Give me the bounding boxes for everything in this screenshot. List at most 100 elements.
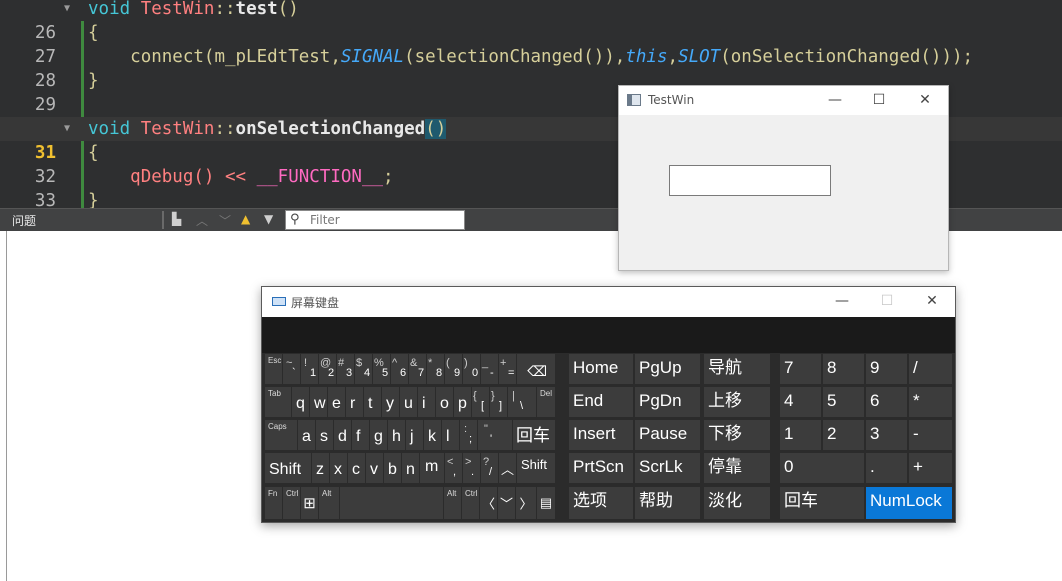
key-8[interactable]: * 8 [427,354,444,384]
filter-input[interactable]: ⚲ Filter [285,210,465,230]
key-j[interactable]: j [406,420,423,450]
key-num-0[interactable]: 0 [780,453,864,483]
key-7[interactable]: & 7 [409,354,426,384]
key-help[interactable]: 帮助 [635,487,700,519]
key-v[interactable]: v [366,453,383,483]
key-5[interactable]: % 5 [373,354,390,384]
key-right-alt[interactable]: Alt [444,487,461,519]
maximize-button[interactable]: ☐ [856,86,902,115]
code-line-27[interactable]: 27 { [0,21,1062,67]
key-enter[interactable]: 回车 [513,420,555,450]
line-edit-test[interactable] [669,165,831,196]
key-0[interactable]: ) 0 [463,354,480,384]
key-minus[interactable]: _ - [481,354,498,384]
key-y[interactable]: y [382,387,399,417]
key-s[interactable]: s [316,420,333,450]
key-d[interactable]: d [334,420,351,450]
key-windows[interactable]: ⊞ [301,487,318,519]
key-w[interactable]: w [310,387,327,417]
key-9[interactable]: (9 [445,354,462,384]
key-navigate[interactable]: 导航 [704,354,770,384]
key-menu[interactable]: ▤ [537,487,555,519]
key-num-7[interactable]: 7 [780,354,821,384]
maximize-button[interactable]: ☐ [864,287,910,316]
key-right-bracket[interactable]: }] [490,387,507,417]
key-delete[interactable]: Del [537,387,555,417]
testwin-titlebar[interactable]: TestWin — ☐ ✕ [619,86,948,115]
key-right-shift[interactable]: Shift [517,453,555,483]
fold-arrow-icon[interactable]: ▼ [64,117,70,141]
key-period[interactable]: >. [463,453,480,483]
key-3[interactable]: #3 [337,354,354,384]
key-dock[interactable]: 停靠 [704,453,770,483]
chevron-down-icon[interactable]: ﹀ [219,212,231,229]
key-backslash[interactable]: | \ [508,387,536,417]
key-o[interactable]: o [436,387,453,417]
key-end[interactable]: End [569,387,633,417]
key-num-subtract[interactable]: - [909,420,952,450]
key-6[interactable]: ^ 6 [391,354,408,384]
key-num-enter[interactable]: 回车 [780,487,864,519]
key-esc[interactable]: Esc [265,354,282,384]
key-num-add[interactable]: + [909,453,952,483]
key-e[interactable]: e [328,387,345,417]
key-num-1[interactable]: 1 [780,420,821,450]
key-num-divide[interactable]: / [909,354,952,384]
on-screen-keyboard-window[interactable]: 屏幕键盘 — ☐ ✕ Esc ~ ` ! 1 @2 #3 $4 % 5 ^ 6 & 7 *… [261,286,956,523]
key-pause[interactable]: Pause [635,420,700,450]
key-left-shift[interactable]: Shift [265,453,311,483]
close-button[interactable]: ✕ [909,287,955,316]
key-right-ctrl[interactable]: Ctrl [462,487,479,519]
key-semicolon[interactable]: :; [460,420,477,450]
key-equals[interactable]: + = [499,354,516,384]
key-arrow-up[interactable]: ︿ [499,453,516,483]
key-print-screen[interactable]: PrtScn [569,453,633,483]
osk-titlebar[interactable]: 屏幕键盘 — ☐ ✕ [262,287,955,317]
key-num-4[interactable]: 4 [780,387,821,417]
key-num-lock[interactable]: NumLock [866,487,952,519]
key-move-down[interactable]: 下移 [704,420,770,450]
key-move-up[interactable]: 上移 [704,387,770,417]
key-num-2[interactable]: 2 [823,420,864,450]
key-b[interactable]: b [384,453,401,483]
key-2[interactable]: @2 [319,354,336,384]
warning-icon[interactable]: ▲ [241,212,250,226]
key-z[interactable]: z [312,453,329,483]
key-1[interactable]: ! 1 [301,354,318,384]
chevron-up-icon[interactable]: ︿ [196,212,208,229]
key-m[interactable]: m [420,453,444,483]
key-page-up[interactable]: PgUp [635,354,700,384]
key-tab[interactable]: Tab [265,387,291,417]
close-button[interactable]: ✕ [902,86,948,115]
key-arrow-left[interactable]: 〈 [480,487,497,519]
key-l[interactable]: l [442,420,459,450]
code-line-28[interactable]: 28 connect(m_pLEdtTest,SIGNAL(selectionC… [0,45,1062,91]
key-x[interactable]: x [330,453,347,483]
key-num-5[interactable]: 5 [823,387,864,417]
key-g[interactable]: g [370,420,387,450]
key-left-ctrl[interactable]: Ctrl [283,487,300,519]
key-arrow-down[interactable]: ﹀ [498,487,515,519]
testwin-window[interactable]: TestWin — ☐ ✕ [618,85,949,271]
key-i[interactable]: i [418,387,435,417]
key-u[interactable]: u [400,387,417,417]
key-left-alt[interactable]: Alt [319,487,339,519]
key-num-6[interactable]: 6 [866,387,907,417]
key-num-decimal[interactable]: . [866,453,907,483]
key-num-9[interactable]: 9 [866,354,907,384]
code-line-26[interactable]: 26 ▼ void TestWin::test() [0,0,1062,43]
minimize-button[interactable]: — [819,287,865,316]
key-page-down[interactable]: PgDn [635,387,700,417]
key-f[interactable]: f [352,420,369,450]
minimize-button[interactable]: — [812,86,858,115]
key-num-3[interactable]: 3 [866,420,907,450]
key-q[interactable]: q [292,387,309,417]
key-grave[interactable]: ~ ` [283,354,300,384]
key-home[interactable]: Home [569,354,633,384]
key-space[interactable] [340,487,443,519]
key-num-8[interactable]: 8 [823,354,864,384]
filter-icon[interactable]: ▼ [264,212,273,226]
key-a[interactable]: a [298,420,315,450]
key-4[interactable]: $4 [355,354,372,384]
key-quote[interactable]: " ' [478,420,512,450]
